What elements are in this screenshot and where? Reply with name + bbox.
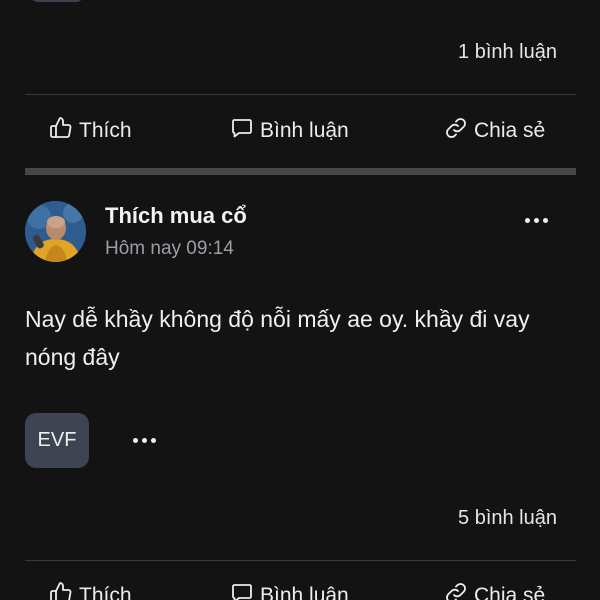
post-share-label: Chia sẻ [474, 584, 546, 600]
prev-post-tag-chip[interactable] [30, 0, 84, 2]
post-divider [25, 560, 576, 561]
prev-post-comment-label: Bình luận [260, 119, 349, 142]
post-timestamp: Hôm nay 09:14 [105, 238, 234, 259]
prev-post-share-label: Chia sẻ [474, 119, 546, 142]
comment-bubble-icon [230, 116, 254, 146]
post-like-button[interactable]: Thích [49, 576, 132, 600]
post-options-button[interactable] [518, 208, 554, 232]
stock-tag-chip[interactable]: EVF [25, 413, 89, 468]
thumbs-up-icon [49, 116, 73, 146]
link-icon [444, 581, 468, 600]
link-icon [444, 116, 468, 146]
prev-post-share-button[interactable]: Chia sẻ [444, 111, 545, 151]
post-comment-label: Bình luận [260, 584, 349, 600]
thumbs-up-icon [49, 581, 73, 600]
more-tags-button[interactable] [126, 428, 162, 452]
prev-post-like-button[interactable]: Thích [49, 111, 132, 151]
post-comment-button[interactable]: Bình luận [230, 576, 349, 600]
prev-post-divider [25, 94, 576, 95]
feed: 1 bình luận Thích Bình luận Chia sẻ Thíc… [0, 0, 600, 600]
prev-post-like-label: Thích [79, 119, 132, 142]
post-like-label: Thích [79, 584, 132, 600]
post-comment-count[interactable]: 5 bình luận [458, 507, 557, 530]
author-name[interactable]: Thích mua cổ [105, 203, 247, 229]
prev-post-comment-count[interactable]: 1 bình luận [458, 41, 557, 64]
prev-post-action-bar: Thích Bình luận Chia sẻ [25, 111, 576, 151]
ellipsis-icon [132, 437, 138, 443]
prev-post-comment-button[interactable]: Bình luận [230, 111, 349, 151]
ellipsis-icon [524, 217, 530, 223]
author-avatar[interactable] [25, 201, 86, 262]
post-action-bar: Thích Bình luận Chia sẻ [25, 576, 576, 600]
post-body: Nay dễ khầy không độ nỗi mấy ae oy. khầy… [25, 306, 530, 370]
comment-bubble-icon [230, 581, 254, 600]
post-share-button[interactable]: Chia sẻ [444, 576, 545, 600]
post-separator [25, 168, 576, 175]
